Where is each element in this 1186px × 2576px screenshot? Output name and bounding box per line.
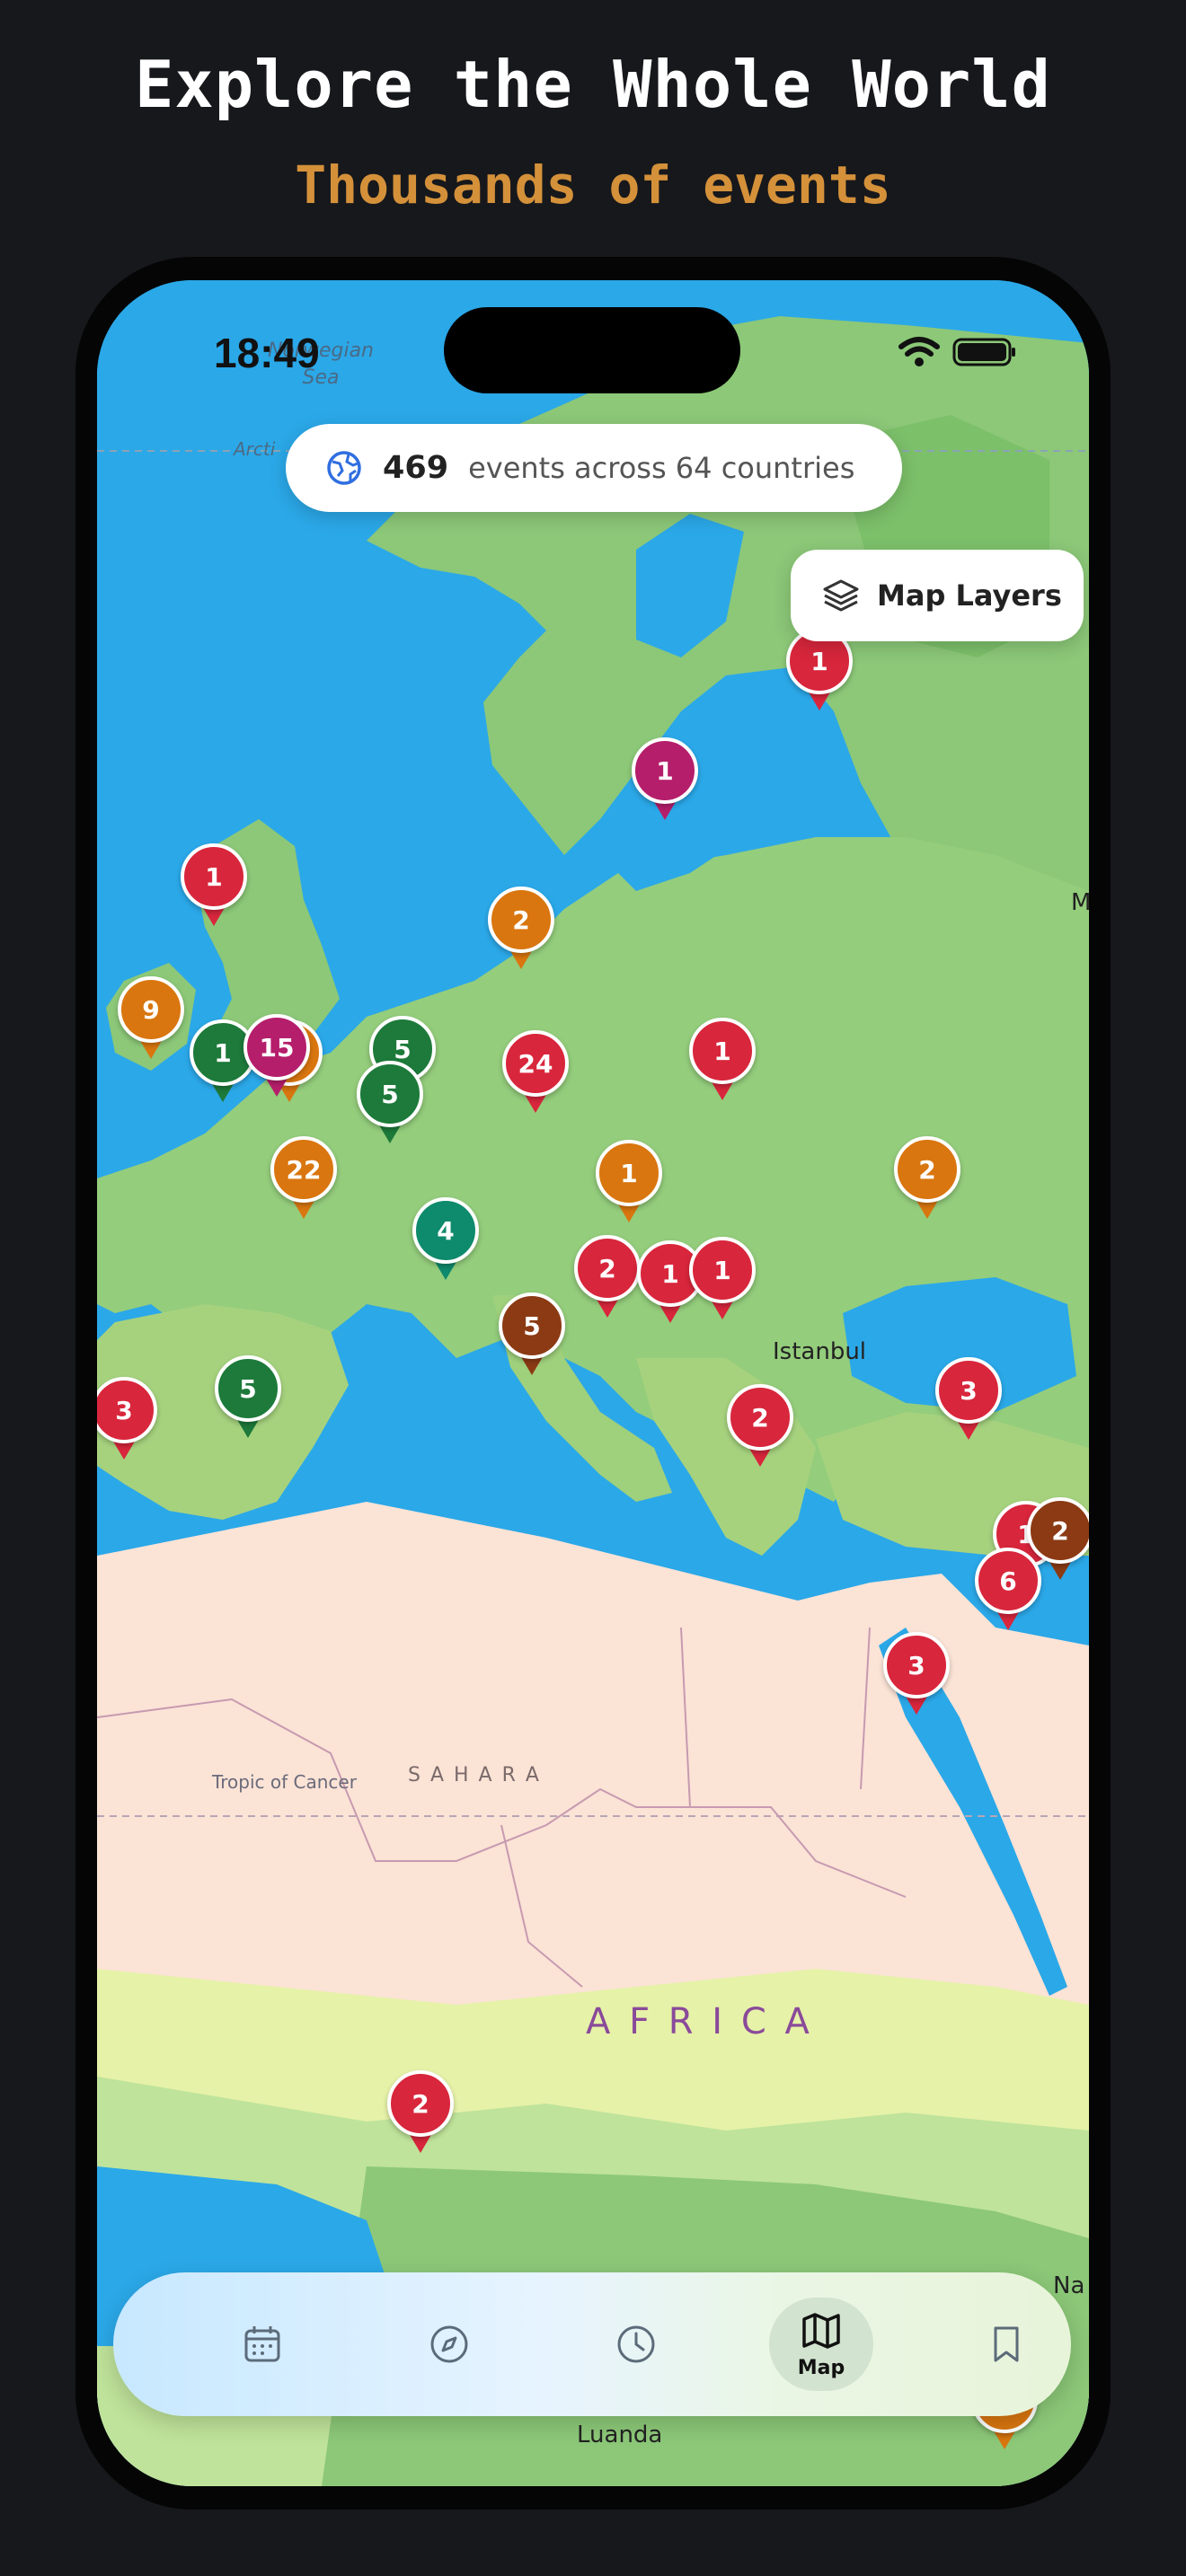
event-marker-count: 2	[488, 887, 554, 953]
wifi-icon	[898, 337, 940, 366]
event-marker[interactable]: 2	[574, 1235, 641, 1328]
event-marker-count: 1	[596, 1140, 662, 1206]
events-summary-text: events across 64 countries	[468, 451, 855, 485]
event-marker[interactable]: 24	[502, 1030, 569, 1124]
headline: Explore the Whole World	[135, 47, 1051, 122]
map-label-sahara: S A H A R A	[408, 1764, 541, 1786]
event-marker[interactable]: 1	[181, 843, 247, 937]
event-marker-count: 2	[574, 1235, 641, 1301]
event-marker-count: 2	[894, 1136, 960, 1203]
tab-history[interactable]	[564, 2272, 708, 2416]
tab-bar: Map	[113, 2272, 1071, 2416]
map-label-luanda: Luanda	[577, 2422, 663, 2448]
event-marker-count: 5	[357, 1061, 423, 1127]
event-marker[interactable]: 2	[387, 2070, 454, 2164]
phone-frame: Norwegian Sea Arcti Istanbul S A H A R A…	[75, 257, 1111, 2510]
map-label-istanbul: Istanbul	[773, 1338, 867, 1365]
events-count: 469	[383, 450, 449, 486]
event-marker-count: 24	[502, 1030, 569, 1097]
battery-icon	[952, 338, 1015, 366]
event-marker-count: 1	[689, 1237, 756, 1303]
event-marker[interactable]: 22	[270, 1136, 337, 1230]
event-marker[interactable]: 6	[975, 1548, 1041, 1641]
event-marker[interactable]: 3	[883, 1632, 950, 1725]
event-marker[interactable]: 9	[118, 976, 184, 1070]
event-marker-count: 4	[412, 1197, 479, 1264]
event-marker[interactable]: 3	[935, 1357, 1002, 1451]
event-marker[interactable]: 1	[689, 1237, 756, 1330]
event-marker[interactable]: 5	[357, 1061, 423, 1154]
event-marker-count: 3	[97, 1377, 157, 1443]
map-screen[interactable]: Norwegian Sea Arcti Istanbul S A H A R A…	[97, 280, 1089, 2486]
map-layers-label: Map Layers	[877, 578, 1062, 613]
event-marker-count: 22	[270, 1136, 337, 1203]
event-marker[interactable]: 5	[215, 1355, 281, 1449]
event-marker-count: 3	[935, 1357, 1002, 1424]
layers-icon	[823, 579, 859, 612]
event-marker-count: 5	[215, 1355, 281, 1422]
event-marker-count: 1	[181, 843, 247, 910]
dynamic-island	[444, 307, 740, 393]
calendar-icon	[244, 2326, 280, 2362]
event-marker-count: 2	[387, 2070, 454, 2137]
globe-icon	[327, 451, 361, 485]
event-marker[interactable]: 3	[97, 1377, 157, 1470]
event-marker[interactable]: 1	[786, 628, 853, 721]
bookmark-icon	[994, 2326, 1019, 2362]
tab-calendar[interactable]	[190, 2272, 334, 2416]
map-layers-button[interactable]: Map Layers	[791, 550, 1084, 641]
tab-saved[interactable]	[934, 2272, 1078, 2416]
event-marker-count: 9	[118, 976, 184, 1043]
tab-discover[interactable]	[377, 2272, 521, 2416]
event-marker-count: 5	[499, 1292, 565, 1359]
tab-map[interactable]: Map	[749, 2272, 893, 2416]
event-marker-count: 15	[243, 1014, 310, 1081]
event-marker-count: 3	[883, 1632, 950, 1698]
subheadline: Thousands of events	[295, 154, 891, 216]
map-label-africa: A F R I C A	[586, 2001, 813, 2042]
map-label-tropic-of-cancer: Tropic of Cancer	[212, 1771, 357, 1793]
event-marker-count: 2	[727, 1384, 793, 1451]
status-time: 18:49	[214, 330, 320, 376]
event-marker[interactable]: 1	[596, 1140, 662, 1233]
map-label-edge-m: M	[1071, 889, 1089, 916]
event-marker[interactable]: 1	[632, 737, 698, 831]
map-label-arctic: Arcti	[234, 438, 276, 460]
map-icon	[802, 2312, 840, 2349]
event-marker[interactable]: 2	[727, 1384, 793, 1478]
events-summary-pill[interactable]: 469 events across 64 countries	[286, 424, 902, 512]
event-marker[interactable]: 2	[894, 1136, 960, 1230]
event-marker[interactable]: 15	[243, 1014, 310, 1107]
clock-icon	[617, 2325, 655, 2363]
event-marker-count: 1	[632, 737, 698, 804]
event-marker-count: 6	[975, 1548, 1041, 1614]
compass-icon	[430, 2325, 468, 2363]
tab-map-label: Map	[797, 2356, 845, 2379]
status-icons	[898, 336, 1017, 368]
event-marker[interactable]: 1	[689, 1018, 756, 1111]
event-marker[interactable]: 5	[499, 1292, 565, 1386]
event-marker-count: 1	[689, 1018, 756, 1084]
event-marker[interactable]: 2	[488, 887, 554, 980]
event-marker[interactable]: 4	[412, 1197, 479, 1291]
